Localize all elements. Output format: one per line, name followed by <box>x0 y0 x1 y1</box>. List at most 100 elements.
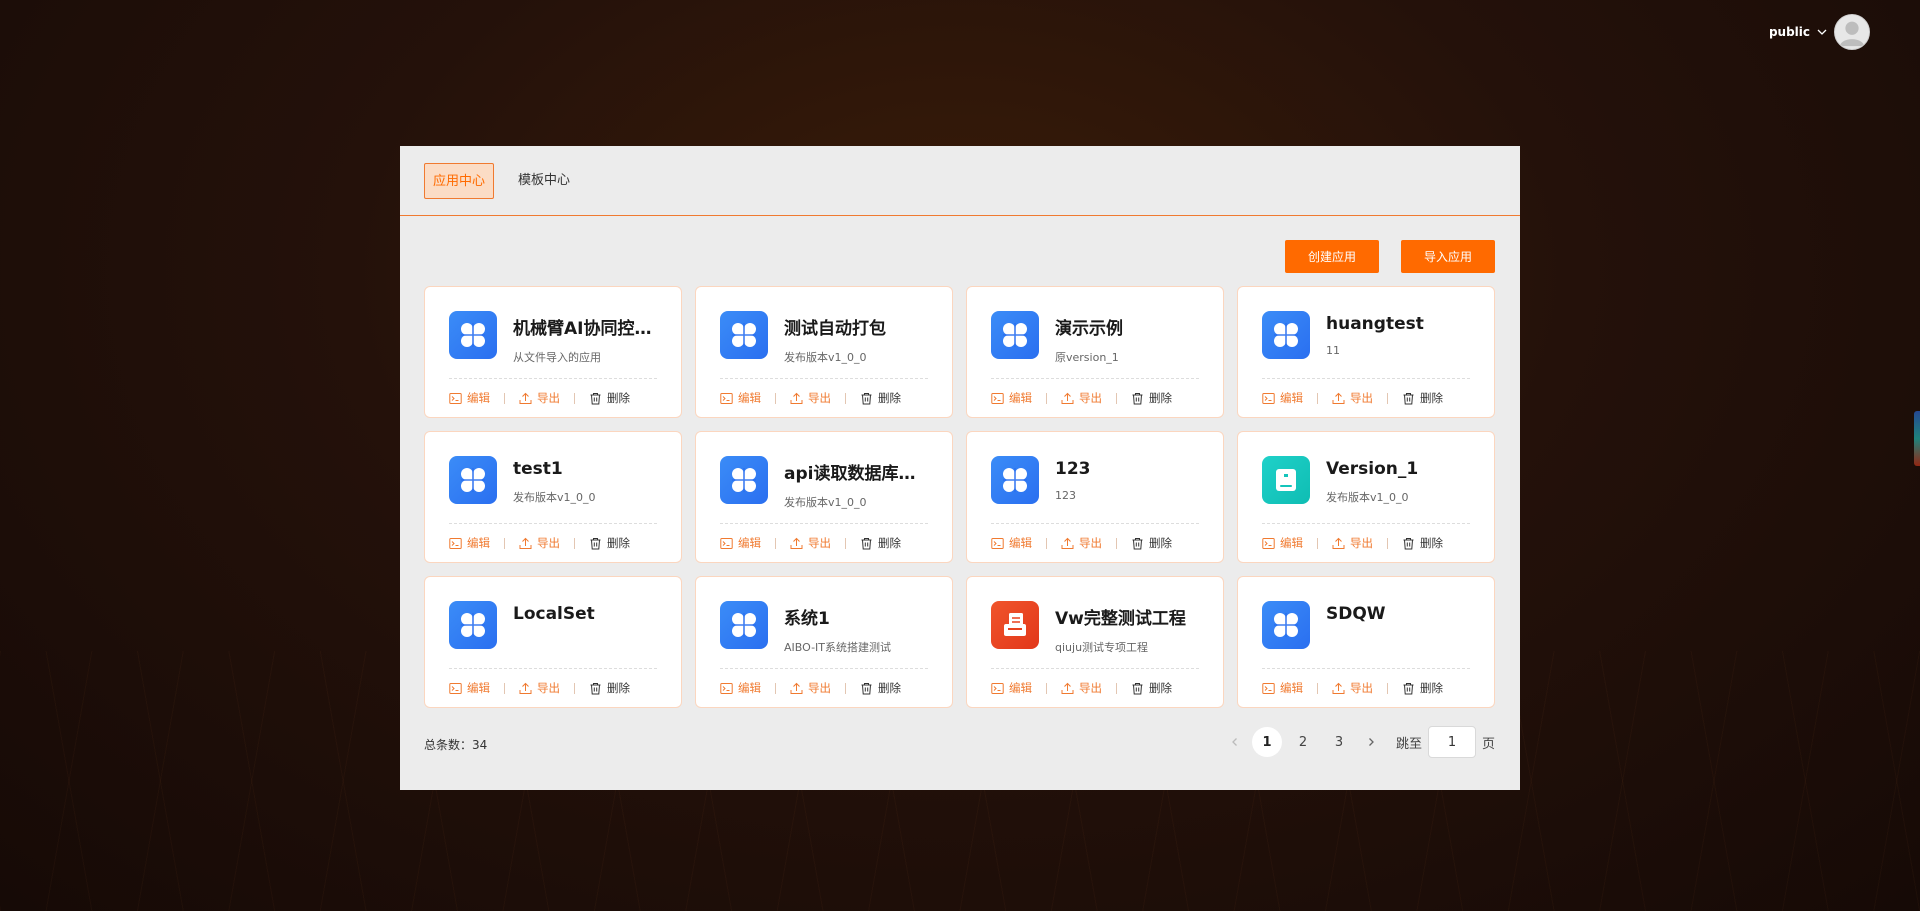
app-card[interactable]: huangtest 11 编辑 导出 删除 <box>1237 286 1495 418</box>
delete-button[interactable]: 删除 <box>589 680 630 696</box>
jump-label: 跳至 <box>1395 736 1422 752</box>
app-card[interactable]: 123 123 编辑 导出 删除 <box>966 431 1224 563</box>
app-card[interactable]: SDQW 编辑 导出 删除 <box>1237 576 1495 708</box>
delete-button[interactable]: 删除 <box>860 680 901 696</box>
delete-button[interactable]: 删除 <box>860 390 901 406</box>
export-button[interactable]: 导出 <box>1332 680 1373 696</box>
edit-button[interactable]: 编辑 <box>449 680 490 696</box>
app-subtitle: 11 <box>1326 344 1340 357</box>
delete-button[interactable]: 删除 <box>1131 390 1172 406</box>
edit-button[interactable]: 编辑 <box>449 390 490 406</box>
export-button[interactable]: 导出 <box>519 535 560 551</box>
delete-button[interactable]: 删除 <box>1402 535 1443 551</box>
delete-button[interactable]: 删除 <box>1402 680 1443 696</box>
card-divider <box>1262 523 1470 524</box>
page-1-button[interactable]: 1 <box>1251 727 1282 757</box>
edit-button[interactable]: 编辑 <box>720 535 761 551</box>
clover-icon <box>732 323 756 347</box>
delete-button[interactable]: 删除 <box>1131 680 1172 696</box>
delete-label: 删除 <box>1420 391 1443 405</box>
delete-button[interactable]: 删除 <box>1402 390 1443 406</box>
action-separator <box>504 682 505 694</box>
app-card[interactable]: test1 发布版本v1_0_0 编辑 导出 删除 <box>424 431 682 563</box>
export-button[interactable]: 导出 <box>1332 390 1373 406</box>
avatar[interactable] <box>1834 14 1870 50</box>
app-card[interactable]: 测试自动打包 发布版本v1_0_0 编辑 导出 删除 <box>695 286 953 418</box>
app-card[interactable]: Vw完整测试工程 qiuju测试专项工程 编辑 导出 删除 <box>966 576 1224 708</box>
edit-button[interactable]: 编辑 <box>1262 535 1303 551</box>
page-2-button[interactable]: 2 <box>1288 727 1318 757</box>
terminal-icon <box>991 392 1004 404</box>
action-separator <box>1116 537 1117 549</box>
clover-icon <box>732 468 756 492</box>
export-button[interactable]: 导出 <box>1332 535 1373 551</box>
upload-icon <box>1061 682 1074 694</box>
action-separator <box>1046 537 1047 549</box>
app-card[interactable]: api读取数据库… 发布版本v1_0_0 编辑 导出 删除 <box>695 431 953 563</box>
next-page-button[interactable] <box>1360 727 1382 757</box>
export-button[interactable]: 导出 <box>790 680 831 696</box>
tab-template-center[interactable]: 模板中心 <box>510 163 578 199</box>
card-divider <box>720 378 928 379</box>
app-subtitle: 发布版本v1_0_0 <box>1326 491 1409 504</box>
edit-button[interactable]: 编辑 <box>991 390 1032 406</box>
app-icon <box>1262 601 1310 649</box>
delete-button[interactable]: 删除 <box>1131 535 1172 551</box>
app-title: Version_1 <box>1326 459 1419 479</box>
action-separator <box>845 682 846 694</box>
page-3-button[interactable]: 3 <box>1324 727 1354 757</box>
terminal-icon <box>991 537 1004 549</box>
app-icon <box>991 456 1039 504</box>
edit-label: 编辑 <box>1009 681 1032 695</box>
action-separator <box>1387 682 1388 694</box>
export-label: 导出 <box>1350 536 1373 550</box>
edit-button[interactable]: 编辑 <box>449 535 490 551</box>
username: public <box>1768 25 1810 39</box>
export-button[interactable]: 导出 <box>519 390 560 406</box>
edit-button[interactable]: 编辑 <box>991 680 1032 696</box>
app-icon <box>991 601 1039 649</box>
chevron-left-icon <box>1232 738 1237 746</box>
app-card[interactable]: 机械臂AI协同控… 从文件导入的应用 编辑 导出 删除 <box>424 286 682 418</box>
jump-page-input[interactable] <box>1427 726 1476 758</box>
action-separator <box>775 537 776 549</box>
delete-button[interactable]: 删除 <box>589 390 630 406</box>
app-card[interactable]: 系统1 AIBO-IT系统搭建测试 编辑 导出 删除 <box>695 576 953 708</box>
app-card[interactable]: LocalSet 编辑 导出 删除 <box>424 576 682 708</box>
export-button[interactable]: 导出 <box>790 535 831 551</box>
app-title: 演示示例 <box>1055 319 1123 339</box>
tab-app-center[interactable]: 应用中心 <box>424 162 495 199</box>
side-drawer-handle[interactable] <box>1914 411 1920 466</box>
app-card[interactable]: Version_1 发布版本v1_0_0 编辑 导出 删除 <box>1237 431 1495 563</box>
upload-icon <box>1061 392 1074 404</box>
delete-label: 删除 <box>607 681 630 695</box>
import-app-button[interactable]: 导入应用 <box>1401 240 1495 273</box>
export-button[interactable]: 导出 <box>519 680 560 696</box>
export-button[interactable]: 导出 <box>1061 390 1102 406</box>
action-separator <box>845 392 846 404</box>
trash-icon <box>1132 682 1143 694</box>
app-grid: 机械臂AI协同控… 从文件导入的应用 编辑 导出 删除 测试自动打包 发布版本v… <box>424 286 1495 708</box>
delete-label: 删除 <box>878 391 901 405</box>
edit-label: 编辑 <box>467 391 490 405</box>
edit-button[interactable]: 编辑 <box>1262 390 1303 406</box>
export-button[interactable]: 导出 <box>1061 680 1102 696</box>
export-button[interactable]: 导出 <box>790 390 831 406</box>
trash-icon <box>590 537 601 549</box>
export-button[interactable]: 导出 <box>1061 535 1102 551</box>
app-subtitle: 原version_1 <box>1055 351 1119 364</box>
edit-button[interactable]: 编辑 <box>1262 680 1303 696</box>
delete-button[interactable]: 删除 <box>589 535 630 551</box>
delete-button[interactable]: 删除 <box>860 535 901 551</box>
user-menu[interactable]: public <box>1769 14 1870 50</box>
create-app-button[interactable]: 创建应用 <box>1285 240 1379 273</box>
app-card[interactable]: 演示示例 原version_1 编辑 导出 删除 <box>966 286 1224 418</box>
trash-icon <box>861 392 872 404</box>
app-title: 123 <box>1055 459 1091 479</box>
trash-icon <box>1132 537 1143 549</box>
edit-button[interactable]: 编辑 <box>720 680 761 696</box>
edit-button[interactable]: 编辑 <box>991 535 1032 551</box>
edit-button[interactable]: 编辑 <box>720 390 761 406</box>
prev-page-button[interactable] <box>1224 727 1246 757</box>
card-actions: 编辑 导出 删除 <box>1262 680 1443 696</box>
